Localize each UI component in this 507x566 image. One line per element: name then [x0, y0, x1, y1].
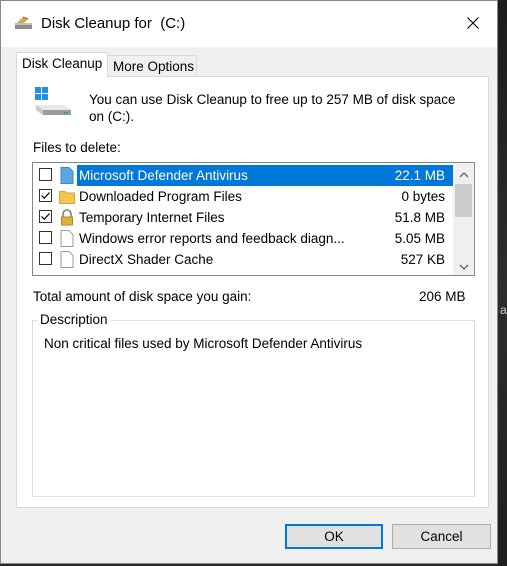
checkbox[interactable] — [39, 210, 52, 223]
disk-cleanup-window: Disk Cleanup for (C:) Disk Cleanup More … — [0, 0, 498, 564]
window-title: Disk Cleanup for (C:) — [41, 15, 186, 32]
file-name: Microsoft Defender Antivirus — [79, 168, 248, 183]
tab-disk-cleanup[interactable]: Disk Cleanup — [16, 52, 108, 77]
total-space-label: Total amount of disk space you gain: — [33, 289, 252, 304]
folder-icon — [59, 188, 75, 205]
checkbox[interactable] — [39, 252, 52, 265]
total-space-value: 206 MB — [419, 289, 466, 304]
list-item[interactable]: Temporary Internet Files 51.8 MB — [33, 207, 453, 228]
drive-icon — [34, 85, 74, 119]
file-name: Windows error reports and feedback diagn… — [79, 231, 345, 246]
description-legend: Description — [37, 312, 111, 327]
document-icon — [59, 251, 75, 268]
file-size: 22.1 MB — [394, 168, 445, 183]
cancel-button[interactable]: Cancel — [392, 524, 491, 549]
vertical-scrollbar[interactable] — [453, 163, 474, 275]
checkbox[interactable] — [39, 231, 52, 244]
close-button[interactable] — [453, 7, 493, 41]
file-name: Downloaded Program Files — [79, 189, 242, 204]
scroll-thumb[interactable] — [455, 184, 472, 217]
list-item[interactable]: Windows error reports and feedback diagn… — [33, 228, 453, 249]
checkbox[interactable] — [39, 189, 52, 202]
files-to-delete-label: Files to delete: — [33, 140, 121, 155]
document-blue-icon — [59, 167, 75, 184]
chevron-up-icon — [459, 166, 469, 181]
scroll-down-button[interactable] — [453, 255, 474, 275]
ok-button[interactable]: OK — [285, 524, 383, 549]
list-item[interactable]: Downloaded Program Files 0 bytes — [33, 186, 453, 207]
scroll-up-button[interactable] — [453, 163, 474, 183]
checkbox[interactable] — [39, 168, 52, 181]
tab-more-options[interactable]: More Options — [108, 55, 197, 77]
list-item[interactable]: Microsoft Defender Antivirus 22.1 MB — [33, 165, 453, 186]
file-size: 0 bytes — [401, 189, 445, 204]
document-icon — [59, 230, 75, 247]
title-bar[interactable]: Disk Cleanup for (C:) — [1, 1, 497, 47]
lock-icon — [59, 209, 75, 226]
files-to-delete-list[interactable]: Microsoft Defender Antivirus 22.1 MB Dow… — [32, 162, 475, 276]
desktop-background — [498, 0, 507, 566]
intro-text: You can use Disk Cleanup to free up to 2… — [89, 92, 456, 124]
file-size: 5.05 MB — [394, 231, 445, 246]
background-text: a — [500, 303, 507, 317]
file-name: DirectX Shader Cache — [79, 252, 214, 267]
list-item[interactable]: DirectX Shader Cache 527 KB — [33, 249, 453, 270]
close-icon — [467, 16, 479, 32]
file-name: Temporary Internet Files — [79, 210, 225, 225]
file-size: 51.8 MB — [394, 210, 445, 225]
file-size: 527 KB — [400, 252, 445, 267]
description-text: Non critical files used by Microsoft Def… — [44, 336, 363, 351]
chevron-down-icon — [459, 258, 469, 273]
disk-cleanup-app-icon — [14, 15, 34, 31]
